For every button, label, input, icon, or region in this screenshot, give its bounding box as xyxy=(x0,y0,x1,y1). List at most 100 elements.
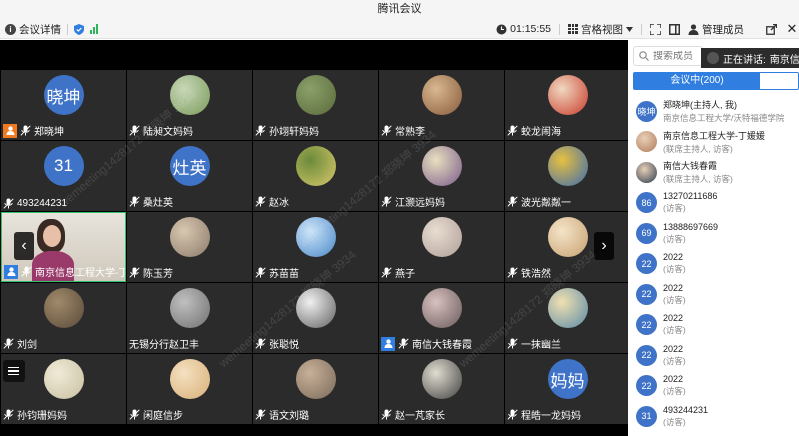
member-info: 2022 (访客) xyxy=(663,252,686,275)
participant-avatar: 晓坤 xyxy=(43,75,84,115)
fullscreen-icon[interactable] xyxy=(650,23,661,35)
participant-name: 程皓一龙妈妈 xyxy=(521,411,581,422)
manage-members-button[interactable]: 管理成员 xyxy=(688,22,744,37)
participant-tile[interactable]: 晓坤郑晓坤 xyxy=(1,70,126,140)
participant-tile[interactable]: 刘剑 xyxy=(1,283,126,353)
microphone-icon xyxy=(21,266,32,277)
member-list-item[interactable]: 69 13888697669 (访客) xyxy=(628,218,799,249)
member-role: (访客) xyxy=(663,264,686,275)
member-role: (访客) xyxy=(663,203,686,214)
participant-tile[interactable]: 无锡分行赵卫丰 xyxy=(127,283,252,353)
speaking-label: 正在讲话: xyxy=(723,54,766,66)
participant-tile[interactable]: 江灏远妈妈 xyxy=(379,141,504,211)
tab-in-meeting[interactable]: 会议中(200) xyxy=(634,73,760,89)
member-list-item[interactable]: 31 493244231 (访客) xyxy=(628,401,799,432)
participant-tile[interactable]: 燕子 xyxy=(379,212,504,282)
participant-name: 陈玉芳 xyxy=(143,269,173,280)
member-list-item[interactable]: 晓坤 郑晓坤(主持人, 我) 南京信息工程大学/沃特福德学院 xyxy=(628,96,799,127)
participant-avatar xyxy=(421,359,462,399)
member-list-item[interactable]: 22 2022 (访客) xyxy=(628,310,799,341)
member-avatar: 22 xyxy=(636,314,657,336)
participant-name-bar: 郑晓坤 xyxy=(3,123,64,138)
side-panel-icon[interactable] xyxy=(669,23,680,35)
participant-tile[interactable]: 妈妈 程皓一龙妈妈 xyxy=(505,354,630,424)
member-list-item[interactable]: 22 2022 (访客) xyxy=(628,340,799,371)
participant-tile[interactable]: 张聪悦 xyxy=(253,283,378,353)
microphone-icon xyxy=(255,338,266,349)
participant-name-bar: 无锡分行赵卫丰 xyxy=(129,336,199,351)
participant-tile[interactable]: 孙翊轩妈妈 xyxy=(253,70,378,140)
participant-avatar xyxy=(421,75,462,115)
view-mode-dropdown[interactable]: 宫格视图 xyxy=(568,22,633,37)
participant-name: 刘剑 xyxy=(17,340,37,351)
tab-other[interactable] xyxy=(760,73,798,89)
member-search-box[interactable] xyxy=(633,46,703,66)
member-avatar: 22 xyxy=(636,283,657,305)
participant-avatar xyxy=(421,217,462,257)
participant-tile[interactable]: 蛟龙闹海 xyxy=(505,70,630,140)
member-list-item[interactable]: 86 13270211686 (访客) xyxy=(628,188,799,219)
participant-tile[interactable]: 赵一芃家长 xyxy=(379,354,504,424)
microphone-icon xyxy=(129,267,140,278)
members-icon xyxy=(688,23,699,35)
microphone-icon xyxy=(381,267,392,278)
participant-tile[interactable]: 31 493244231 xyxy=(1,141,126,211)
security-shield-icon[interactable] xyxy=(74,23,84,35)
member-avatar: 22 xyxy=(636,253,657,275)
list-menu-button[interactable] xyxy=(3,360,25,382)
participant-name-bar: 孙钧珊妈妈 xyxy=(3,407,67,422)
member-name: 2022 xyxy=(663,282,684,293)
next-page-button[interactable]: › xyxy=(594,232,614,260)
participant-tile[interactable]: 陈玉芳 xyxy=(127,212,252,282)
chevron-down-icon xyxy=(626,26,633,32)
participant-name-bar: 南信大钱春霞 xyxy=(381,336,472,351)
participant-avatar xyxy=(169,217,210,257)
member-role: (访客) xyxy=(663,325,686,336)
participant-name: 一抹幽兰 xyxy=(521,340,561,351)
member-name: 2022 xyxy=(663,252,684,263)
close-panel-icon[interactable]: ✕ xyxy=(785,21,799,37)
member-name: 493244231 xyxy=(663,404,709,415)
info-icon: i xyxy=(5,23,16,35)
member-list-item[interactable]: 南京信息工程大学-丁媛媛 (联席主持人, 访客) xyxy=(628,127,799,158)
participant-name: 常熟李 xyxy=(395,127,425,138)
member-list-item[interactable]: 22 2022 (访客) xyxy=(628,279,799,310)
participant-avatar xyxy=(547,146,588,186)
member-role: (访客) xyxy=(663,416,686,427)
participant-tile[interactable]: 语文刘璐 xyxy=(253,354,378,424)
microphone-icon xyxy=(129,125,140,136)
participant-name: 郑晓坤 xyxy=(34,127,64,138)
participant-tile[interactable]: 苏苗苗 xyxy=(253,212,378,282)
microphone-icon xyxy=(507,338,518,349)
member-name: 13888697669 xyxy=(663,221,719,232)
participant-name: 语文刘璐 xyxy=(269,411,309,422)
meeting-toolbar: i 会议详情 01:15:55 宫格视图 管理成员 ✕ xyxy=(0,19,799,39)
participant-tile[interactable]: 南信大钱春霞 xyxy=(379,283,504,353)
participant-avatar xyxy=(169,75,210,115)
participant-avatar: 灶英 xyxy=(169,146,210,186)
video-grid-area: 晓坤 郑晓坤 陆昶文妈妈 孙翊轩妈妈 常熟李 蛟龙闹海 31 493244231 灶英 桑灶英 赵冰… xyxy=(0,40,630,436)
previous-page-button[interactable]: ‹ xyxy=(14,232,34,260)
meeting-details-button[interactable]: i 会议详情 xyxy=(5,22,61,37)
participant-tile[interactable]: 波光粼粼一 xyxy=(505,141,630,211)
participant-tile[interactable]: 闲庭信步 xyxy=(127,354,252,424)
participant-tile[interactable]: 陆昶文妈妈 xyxy=(127,70,252,140)
member-name: 13270211686 xyxy=(663,191,718,202)
participant-tile[interactable]: 灶英 桑灶英 xyxy=(127,141,252,211)
member-list-item[interactable]: 22 2022 (访客) xyxy=(628,371,799,402)
participant-tile[interactable]: 一抹幽兰 xyxy=(505,283,630,353)
participant-name-bar: 陆昶文妈妈 xyxy=(129,123,193,138)
network-signal-icon[interactable] xyxy=(90,24,98,34)
participant-name-bar: 赵冰 xyxy=(255,194,289,209)
speaking-name: 南京信 xyxy=(769,54,799,66)
popout-icon[interactable] xyxy=(766,23,777,35)
participant-tile[interactable]: 常熟李 xyxy=(379,70,504,140)
member-name: 2022 xyxy=(663,313,684,324)
search-input[interactable] xyxy=(653,50,698,62)
cohost-badge-icon xyxy=(4,264,18,279)
member-avatar: 22 xyxy=(636,344,657,366)
member-list-item[interactable]: 22 2022 (访客) xyxy=(628,249,799,280)
microphone-icon xyxy=(507,267,518,278)
member-list-item[interactable]: 南信大钱春霞 (联席主持人, 访客) xyxy=(628,157,799,188)
participant-tile[interactable]: 赵冰 xyxy=(253,141,378,211)
